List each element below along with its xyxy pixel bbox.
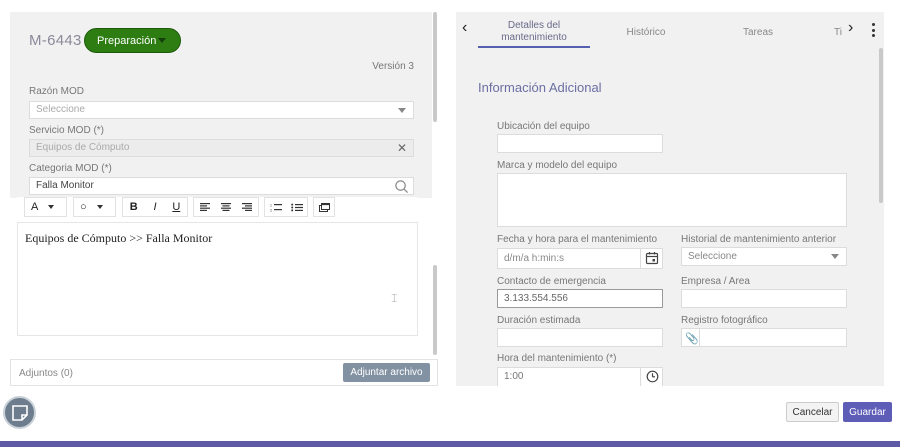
contacto-label: Contacto de emergencia — [497, 276, 606, 287]
color-select-value: ○ — [80, 201, 87, 213]
razon-select[interactable]: Seleccione — [29, 101, 414, 119]
razon-label: Razón MOD — [29, 86, 85, 97]
fullscreen-button[interactable] — [314, 198, 334, 216]
tab-detalles[interactable]: Detalles del mantenimiento — [480, 20, 588, 44]
status-label: Preparación — [97, 34, 157, 47]
marca-textarea[interactable] — [497, 173, 847, 227]
italic-button[interactable]: I — [144, 198, 165, 216]
tab-historico[interactable]: Histórico — [612, 27, 680, 39]
historial-placeholder: Seleccione — [688, 251, 737, 262]
color-select[interactable]: ○ — [73, 197, 116, 217]
align-left-icon — [199, 203, 210, 211]
chevron-down-icon — [48, 205, 55, 209]
search-icon[interactable] — [394, 179, 409, 194]
registro-divider — [699, 329, 700, 346]
razon-placeholder: Seleccione — [36, 104, 85, 115]
historial-label: Historial de mantenimiento anterior — [681, 234, 837, 245]
clear-icon[interactable]: ✕ — [397, 142, 407, 154]
window-icon — [318, 202, 330, 212]
svg-text:1: 1 — [270, 203, 272, 207]
version-label: Versión 3 — [372, 61, 414, 72]
attachments-bar: Adjuntos (0) Adjuntar archivo — [10, 359, 438, 386]
svg-text:2: 2 — [270, 208, 272, 212]
text-cursor-icon: 𝙸 — [390, 291, 399, 305]
align-center-button[interactable] — [215, 198, 236, 216]
text-format-group: B I U — [122, 197, 188, 217]
list-group: 12 — [264, 197, 308, 217]
clock-icon[interactable] — [646, 370, 659, 383]
calendar-icon[interactable] — [645, 251, 659, 265]
left-scrollbar-thumb[interactable] — [433, 12, 437, 122]
underline-button[interactable]: U — [166, 198, 187, 216]
registro-label: Registro fotográfico — [681, 315, 768, 326]
duracion-input[interactable] — [497, 328, 663, 347]
editor-toolbar: A ○ B I U 12 — [17, 197, 417, 219]
empresa-input[interactable] — [681, 289, 847, 308]
bullet-list-icon — [290, 203, 303, 211]
notes-button[interactable] — [3, 396, 36, 429]
tab-tareas[interactable]: Tareas — [728, 27, 788, 39]
duracion-label: Duración estimada — [497, 315, 581, 326]
chevron-down-icon — [831, 254, 839, 259]
categoria-label: Categoria MOD (*) — [29, 163, 112, 174]
align-right-icon — [242, 203, 253, 211]
chevron-down-icon — [398, 108, 406, 113]
ubicacion-input[interactable] — [497, 134, 663, 153]
editor-content[interactable]: Equipos de Cómputo >> Falla Monitor — [25, 231, 212, 246]
rich-text-editor[interactable]: Equipos de Cómputo >> Falla Monitor 𝙸 — [17, 222, 418, 336]
tab-next-icon[interactable]: › — [848, 20, 853, 36]
fecha-divider — [640, 249, 641, 268]
fullscreen-group — [313, 197, 335, 217]
fecha-placeholder: d/m/a h:min:s — [504, 253, 565, 264]
section-title: Información Adicional — [478, 80, 602, 95]
servicio-value: Equipos de Cómputo — [36, 142, 130, 153]
categoria-field[interactable]: Falla Monitor — [29, 177, 414, 195]
note-icon — [11, 404, 28, 421]
align-center-icon — [220, 203, 231, 211]
marca-label: Marca y modelo del equipo — [497, 160, 618, 171]
active-tab-indicator — [478, 46, 590, 48]
bold-button[interactable]: B — [123, 198, 144, 216]
hora-input[interactable]: 1:00 — [497, 367, 663, 386]
ordered-list-button[interactable]: 12 — [265, 198, 286, 216]
registro-file-input[interactable]: 📎 — [681, 328, 847, 347]
hora-divider — [640, 368, 641, 386]
font-style-select[interactable]: A — [24, 197, 67, 217]
empresa-label: Empresa / Area — [681, 276, 750, 287]
fecha-input[interactable]: d/m/a h:min:s — [497, 248, 663, 269]
bottom-accent-bar — [0, 441, 900, 447]
font-select-value: A — [31, 201, 39, 213]
fecha-label: Fecha y hora para el mantenimiento — [497, 234, 658, 245]
attachments-label: Adjuntos (0) — [19, 368, 73, 379]
editor-scrollbar-thumb[interactable] — [433, 265, 437, 355]
status-dropdown-button[interactable]: Preparación — [84, 28, 181, 53]
ordered-list-icon: 12 — [270, 203, 282, 212]
caret-down-icon — [158, 38, 166, 43]
cancel-button[interactable]: Cancelar — [786, 402, 839, 422]
tab-truncated[interactable]: Ti — [832, 27, 844, 39]
historial-select[interactable]: Seleccione — [681, 247, 847, 266]
align-left-button[interactable] — [194, 198, 215, 216]
save-button[interactable]: Guardar — [843, 402, 892, 422]
attach-file-button[interactable]: Adjuntar archivo — [343, 363, 430, 382]
paperclip-icon[interactable]: 📎 — [685, 331, 699, 348]
more-options-icon[interactable] — [871, 23, 875, 37]
details-scrollbar-thumb[interactable] — [879, 48, 883, 203]
record-id: M-6443 — [29, 32, 82, 49]
chevron-down-icon — [96, 205, 103, 209]
tab-prev-icon[interactable]: ‹ — [462, 20, 467, 36]
hora-label: Hora del mantenimiento (*) — [497, 353, 617, 364]
ubicacion-label: Ubicación del equipo — [497, 121, 590, 132]
servicio-field[interactable]: Equipos de Cómputo ✕ — [29, 139, 414, 157]
categoria-value: Falla Monitor — [36, 180, 94, 191]
servicio-label: Servicio MOD (*) — [29, 125, 105, 136]
contacto-input[interactable]: 3.133.554.556 — [497, 289, 663, 308]
hora-value: 1:00 — [504, 371, 524, 382]
align-group — [193, 197, 259, 217]
bullet-list-button[interactable] — [286, 198, 307, 216]
align-right-button[interactable] — [237, 198, 258, 216]
